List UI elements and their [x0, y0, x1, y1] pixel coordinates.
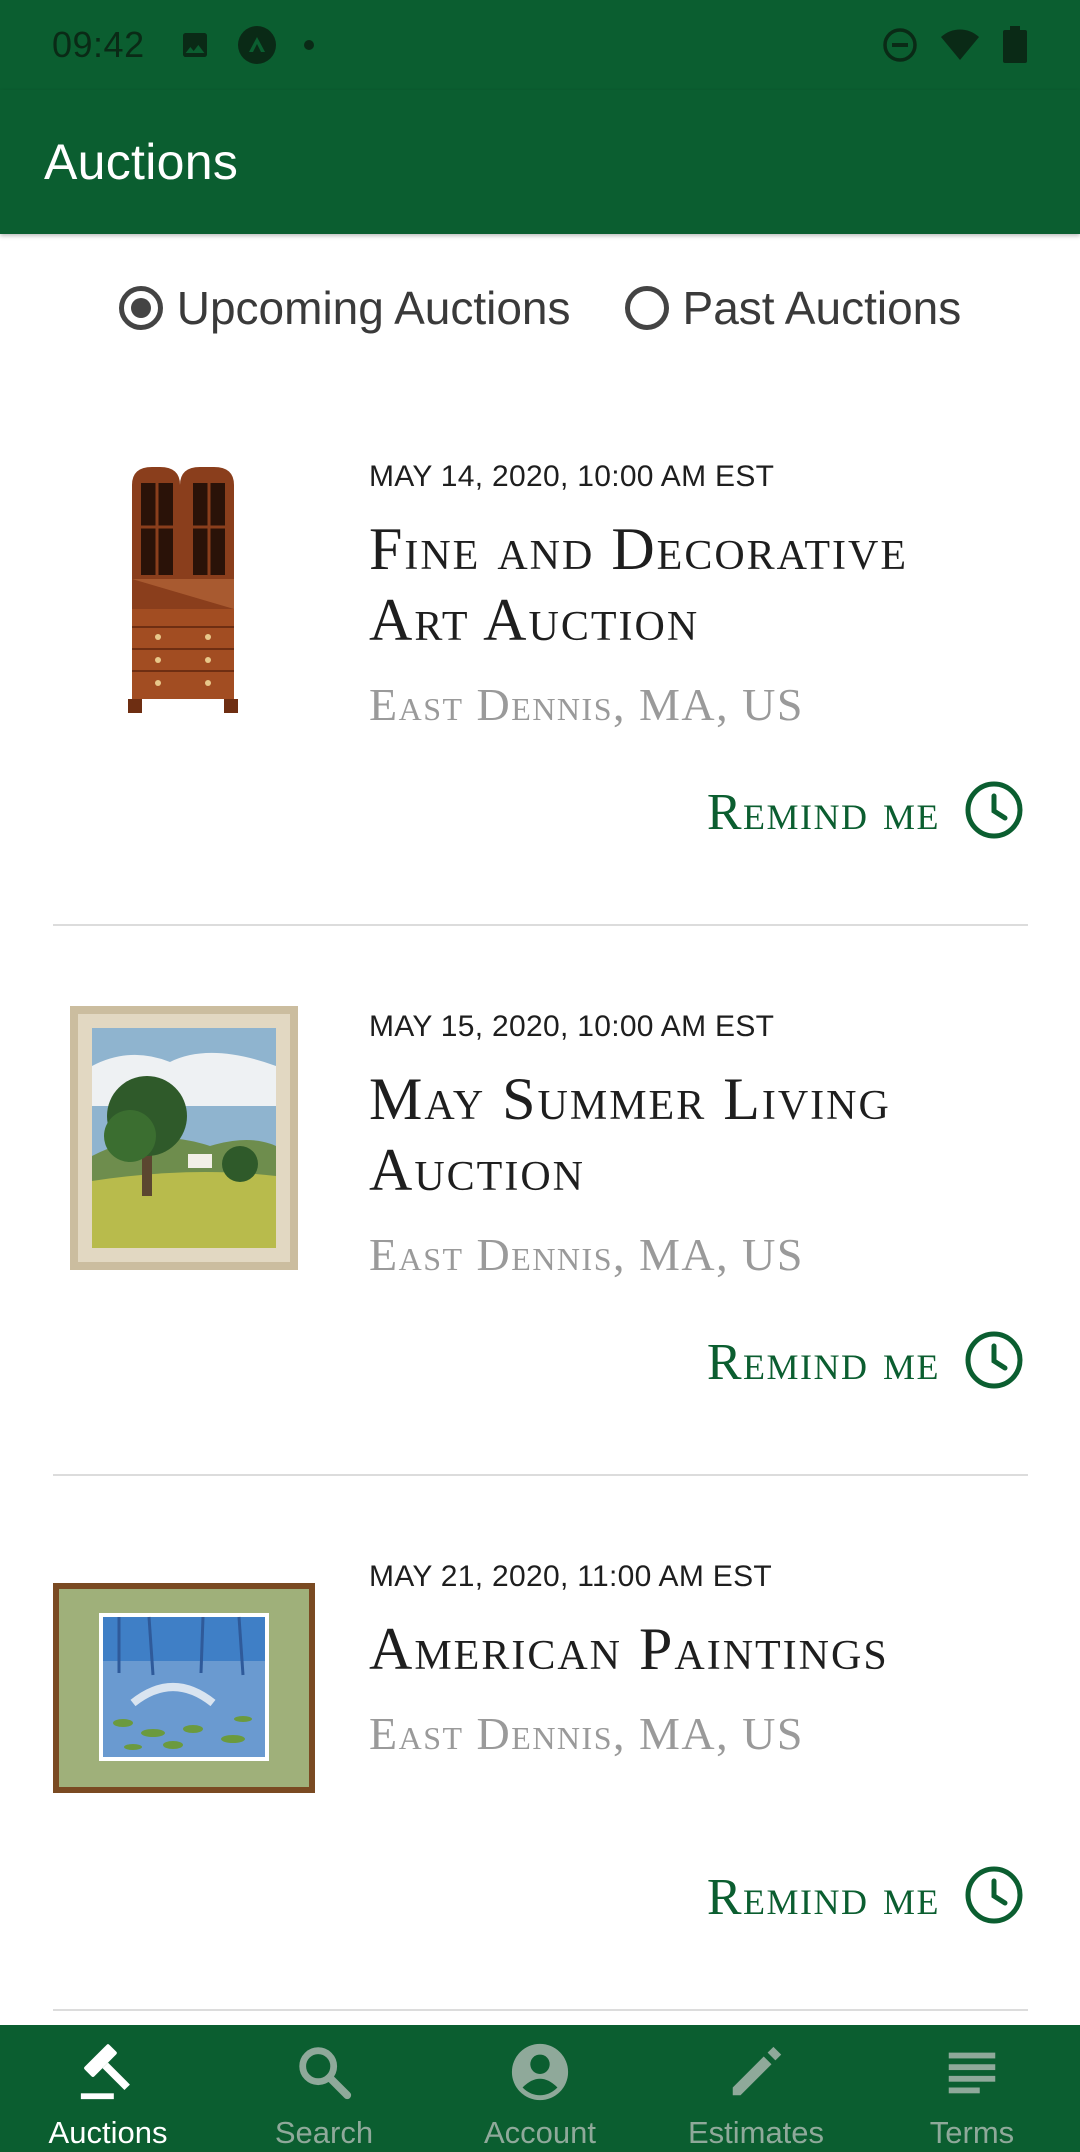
- auction-location: East Dennis, MA, US: [369, 1708, 804, 1759]
- wifi-icon: [940, 29, 980, 61]
- auction-date: MAY 14, 2020, 10:00 AM EST: [369, 460, 775, 493]
- nav-item-estimates[interactable]: Estimates: [648, 2025, 864, 2152]
- auction-date: MAY 15, 2020, 10:00 AM EST: [369, 1010, 775, 1043]
- auction-title-line[interactable]: Fine and Decorative: [369, 514, 908, 585]
- card-divider: [53, 2009, 1028, 2011]
- auction-card[interactable]: MAY 21, 2020, 11:00 AM EST American Pain…: [0, 1530, 1080, 2012]
- radio-checked-icon[interactable]: [118, 286, 163, 330]
- auction-info: MAY 15, 2020, 10:00 AM EST May Summer Li…: [369, 1010, 891, 1281]
- status-time: 09:42: [52, 24, 145, 65]
- remind-me-button[interactable]: Remind me: [707, 780, 1024, 845]
- remind-me-label[interactable]: Remind me: [707, 783, 940, 842]
- auction-title-line[interactable]: May Summer Living: [369, 1064, 891, 1135]
- auction-date: MAY 21, 2020, 11:00 AM EST: [369, 1560, 773, 1593]
- app-notification-icon: [237, 25, 277, 65]
- image-icon: [179, 29, 211, 61]
- remind-me-button[interactable]: Remind me: [707, 1330, 1024, 1395]
- auction-title-line[interactable]: American Paintings: [369, 1614, 889, 1685]
- nav-item-account[interactable]: Account: [432, 2025, 648, 2152]
- past-auctions-radio[interactable]: Past Auctions: [624, 281, 962, 335]
- nav-label[interactable]: Auctions: [49, 2115, 168, 2151]
- radio-label[interactable]: Past Auctions: [683, 281, 962, 335]
- auction-title[interactable]: Fine and Decorative Art Auction: [369, 514, 908, 656]
- pencil-icon[interactable]: [725, 2041, 787, 2103]
- water-lily-painting-image[interactable]: [53, 1583, 315, 1793]
- account-icon[interactable]: [509, 2041, 571, 2103]
- remind-me-label[interactable]: Remind me: [707, 1868, 940, 1927]
- battery-icon: [1002, 26, 1028, 64]
- status-bar: 09:42: [0, 0, 1080, 90]
- auction-title[interactable]: May Summer Living Auction: [369, 1064, 891, 1206]
- nav-item-search[interactable]: Search: [216, 2025, 432, 2152]
- clock-icon[interactable]: [964, 1330, 1024, 1395]
- do-not-disturb-icon: [882, 27, 918, 63]
- auction-filter: Upcoming Auctions Past Auctions: [0, 268, 1080, 348]
- radio-unchecked-icon[interactable]: [624, 286, 669, 330]
- nav-item-auctions[interactable]: Auctions: [0, 2025, 216, 2152]
- remind-me-label[interactable]: Remind me: [707, 1333, 940, 1392]
- remind-me-button[interactable]: Remind me: [707, 1865, 1024, 1930]
- auction-location: East Dennis, MA, US: [369, 1229, 804, 1280]
- upcoming-auctions-radio[interactable]: Upcoming Auctions: [118, 281, 571, 335]
- auction-title-line[interactable]: Art Auction: [369, 585, 908, 656]
- nav-item-terms[interactable]: Terms: [864, 2025, 1080, 2152]
- gavel-icon[interactable]: [77, 2041, 139, 2103]
- bottom-navigation: Auctions Search Account Estimates Terms: [0, 2025, 1080, 2152]
- auction-title-line[interactable]: Auction: [369, 1135, 891, 1206]
- auction-info: MAY 14, 2020, 10:00 AM EST Fine and Deco…: [369, 460, 908, 731]
- page-title: Auctions: [44, 134, 239, 190]
- auction-card[interactable]: MAY 14, 2020, 10:00 AM EST Fine and Deco…: [0, 430, 1080, 926]
- nav-label[interactable]: Account: [484, 2115, 596, 2151]
- secretary-desk-image[interactable]: [128, 467, 238, 715]
- search-icon[interactable]: [293, 2041, 355, 2103]
- clock-icon[interactable]: [964, 780, 1024, 845]
- auction-location: East Dennis, MA, US: [369, 679, 804, 730]
- radio-label[interactable]: Upcoming Auctions: [177, 281, 571, 335]
- card-divider: [53, 924, 1028, 926]
- dot-icon: [303, 39, 315, 51]
- landscape-painting-image[interactable]: [70, 1006, 298, 1270]
- card-divider: [53, 1474, 1028, 1476]
- nav-label[interactable]: Estimates: [688, 2115, 824, 2151]
- auction-info: MAY 21, 2020, 11:00 AM EST American Pain…: [369, 1560, 889, 1760]
- auction-card[interactable]: MAY 15, 2020, 10:00 AM EST May Summer Li…: [0, 980, 1080, 1476]
- app-bar: Auctions: [0, 90, 1080, 234]
- list-icon[interactable]: [941, 2041, 1003, 2103]
- nav-label[interactable]: Terms: [930, 2115, 1014, 2151]
- nav-label[interactable]: Search: [275, 2115, 373, 2151]
- auction-title[interactable]: American Paintings: [369, 1614, 889, 1685]
- clock-icon[interactable]: [964, 1865, 1024, 1930]
